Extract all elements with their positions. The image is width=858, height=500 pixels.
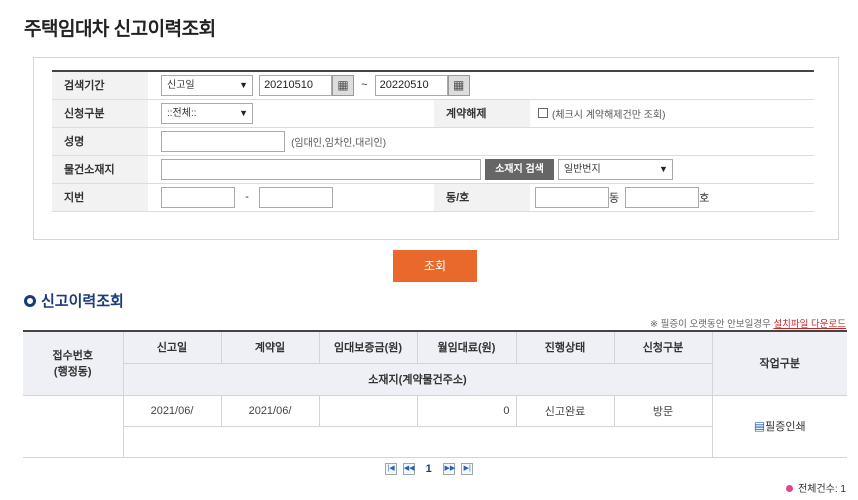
ho-input[interactable]: [625, 186, 700, 208]
last-page-button[interactable]: ▶|: [461, 463, 474, 475]
dong-input[interactable]: [535, 186, 609, 208]
header-action: 작업구분: [711, 330, 847, 396]
name-hint: (임대인,임차인,대리인): [291, 137, 387, 149]
header-address: 소재지(계약물건주소): [123, 362, 712, 396]
search-form-table: 검색기간 신고일 ▼ 20210510 ▦ ~ 20220510 ▦ 신청구분 ::전…: [52, 70, 814, 212]
period-type-value: 신고일: [167, 79, 195, 91]
date-separator: ~: [361, 79, 368, 92]
cell-receipt-no: [23, 394, 124, 458]
search-panel: 검색기간 신고일 ▼ 20210510 ▦ ~ 20220510 ▦ 신청구분 ::전…: [33, 57, 839, 240]
header-receipt-sub-text: (행정동): [53, 366, 92, 379]
header-contract-date: 계약일: [220, 330, 320, 364]
name-input[interactable]: [161, 130, 285, 152]
cell-deposit: [318, 394, 418, 427]
first-page-button[interactable]: |◀: [385, 463, 397, 475]
address-input[interactable]: [161, 158, 481, 180]
dong-ho-label: 동/호: [434, 183, 530, 212]
header-status: 진행상태: [515, 330, 615, 364]
name-label: 성명: [52, 127, 148, 156]
cell-action: ▤필증인쇄: [711, 394, 847, 458]
section-title-text: 신고이력조회: [41, 293, 124, 310]
header-deposit: 임대보증금(원): [318, 330, 418, 364]
lot-type-value: 일반번지: [563, 163, 601, 175]
period-type-select[interactable]: 신고일 ▼: [161, 74, 253, 96]
notice-text: ※ 필증이 오랫동안 안보일경우: [650, 319, 771, 330]
address-label: 물건소재지: [52, 155, 148, 184]
cell-address: [123, 425, 712, 458]
total-count-text: 전체건수: 1: [798, 484, 846, 495]
ho-suffix: 호: [699, 192, 710, 204]
cancel-hint: (체크시 계약해제건만 조회): [552, 109, 666, 121]
result-table: 접수번호 (행정동) 신고일 계약일 임대보증금(원) 월임대료(원) 진행상태 …: [23, 330, 847, 458]
address-search-button[interactable]: 소재지 검색: [485, 158, 554, 180]
section-title: 신고이력조회: [24, 290, 124, 311]
chevron-down-icon: ▼: [239, 79, 248, 90]
cancel-checkbox[interactable]: [538, 108, 548, 118]
notice: ※ 필증이 오랫동안 안보일경우 설치파일 다운로드: [650, 316, 846, 330]
cell-status: 신고완료: [515, 394, 615, 427]
chevron-down-icon: ▼: [658, 163, 668, 174]
print-certificate-link[interactable]: 필증인쇄: [765, 421, 805, 433]
bullet-icon: [786, 485, 794, 492]
total-count: 전체건수: 1: [786, 480, 846, 495]
printer-icon[interactable]: ▤: [754, 419, 765, 433]
period-label: 검색기간: [52, 71, 148, 100]
header-receipt-no-text: 접수번호: [52, 350, 93, 363]
cancel-label: 계약해제: [434, 99, 530, 128]
lot-separator: -: [245, 191, 249, 203]
lot-sub-input[interactable]: [258, 186, 333, 208]
lot-type-select[interactable]: 일반번지 ▼: [557, 158, 673, 180]
header-monthly-rent: 월임대료(원): [416, 330, 517, 364]
calendar-icon[interactable]: ▦: [447, 74, 470, 96]
page-title: 주택임대차 신고이력조회: [24, 19, 216, 40]
next-page-button[interactable]: ▶▶: [443, 463, 456, 475]
pagination: |◀ ◀◀ 1 ▶▶ ▶|: [385, 463, 476, 475]
header-request-type: 신청구분: [613, 330, 713, 364]
lot-main-input[interactable]: [161, 186, 235, 208]
date-from-input[interactable]: 20210510: [259, 74, 333, 96]
circle-icon: [24, 295, 36, 307]
search-button[interactable]: 조회: [393, 250, 477, 282]
lot-number-label: 지번: [52, 183, 148, 212]
prev-page-button[interactable]: ◀◀: [402, 463, 415, 475]
chevron-down-icon: ▼: [239, 107, 248, 118]
request-type-value: ::전체::: [167, 107, 197, 119]
current-page[interactable]: 1: [426, 463, 432, 475]
date-to-input[interactable]: 20220510: [374, 74, 448, 96]
download-link[interactable]: 설치파일 다운로드: [773, 319, 846, 330]
header-receipt-no: 접수번호 (행정동): [23, 330, 124, 396]
cell-monthly-rent: 0: [416, 394, 517, 427]
cell-report-date: 2021/06/: [122, 394, 222, 427]
cell-request-type: 방문: [613, 394, 713, 427]
request-type-select[interactable]: ::전체:: ▼: [161, 102, 253, 124]
calendar-icon[interactable]: ▦: [332, 74, 355, 96]
dong-suffix: 동: [609, 192, 620, 204]
table-row: 2021/06/ 2021/06/ 0 신고완료 방문 ▤필증인쇄: [23, 394, 847, 458]
cell-contract-date: 2021/06/: [220, 394, 320, 427]
header-report-date: 신고일: [122, 330, 222, 364]
request-type-label: 신청구분: [52, 99, 148, 128]
